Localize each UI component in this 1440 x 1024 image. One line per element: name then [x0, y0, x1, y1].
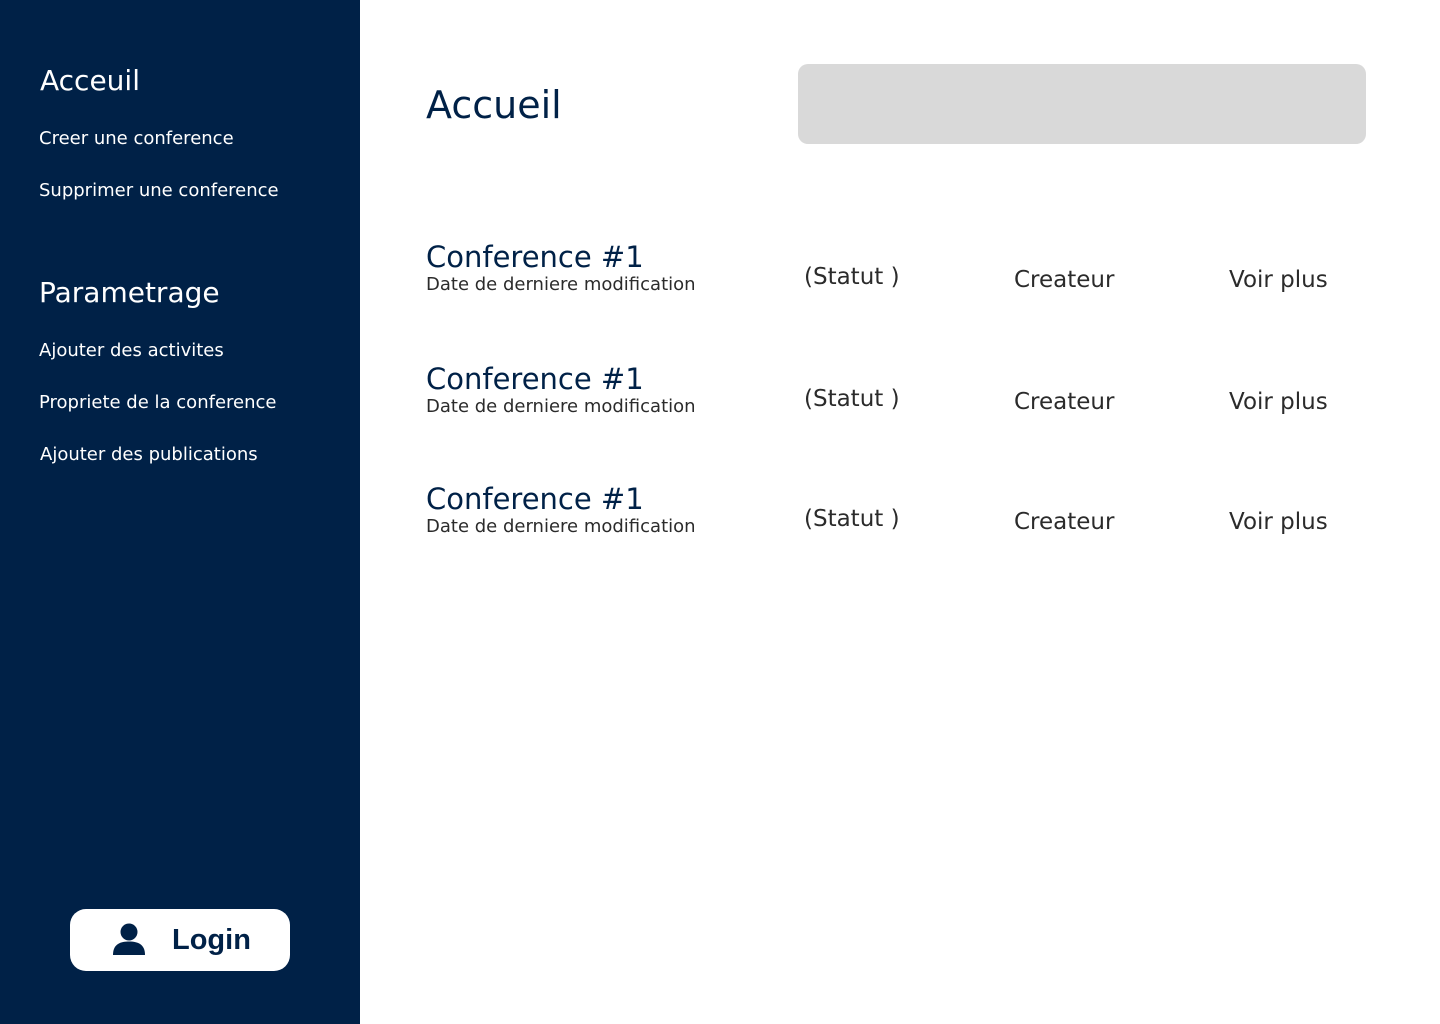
voir-plus-link[interactable]: Voir plus: [1229, 265, 1328, 295]
conference-date-label: Date de derniere modification: [426, 274, 696, 295]
sidebar-item-creer-conference[interactable]: Creer une conference: [39, 127, 234, 151]
conference-date-label: Date de derniere modification: [426, 516, 696, 537]
conference-row: Conference #1 Date de derniere modificat…: [426, 482, 1366, 552]
voir-plus-link[interactable]: Voir plus: [1229, 507, 1328, 537]
login-button[interactable]: Login: [70, 909, 290, 971]
conference-title[interactable]: Conference #1: [426, 482, 644, 516]
search-input[interactable]: [798, 64, 1366, 144]
conference-status: (Statut ): [804, 506, 900, 532]
sidebar-heading-acceuil[interactable]: Acceuil: [40, 64, 140, 98]
login-label: Login: [172, 924, 251, 956]
conference-row: Conference #1 Date de derniere modificat…: [426, 240, 1366, 310]
voir-plus-link[interactable]: Voir plus: [1229, 387, 1328, 417]
conference-status: (Statut ): [804, 386, 900, 412]
conference-title[interactable]: Conference #1: [426, 240, 644, 274]
sidebar-item-ajouter-publications[interactable]: Ajouter des publications: [40, 443, 258, 467]
user-icon: [112, 923, 146, 955]
main-content: Accueil Conference #1 Date de derniere m…: [360, 0, 1440, 1024]
app-window: Acceuil Creer une conference Supprimer u…: [0, 0, 1440, 1024]
sidebar-item-propriete-conference[interactable]: Propriete de la conference: [39, 391, 276, 415]
conference-creator: Createur: [1014, 389, 1115, 415]
sidebar-heading-parametrage[interactable]: Parametrage: [39, 276, 220, 310]
sidebar-item-ajouter-activites[interactable]: Ajouter des activites: [39, 339, 224, 363]
conference-title[interactable]: Conference #1: [426, 362, 644, 396]
page-title: Accueil: [426, 83, 562, 127]
conference-creator: Createur: [1014, 509, 1115, 535]
sidebar: Acceuil Creer une conference Supprimer u…: [0, 0, 360, 1024]
conference-creator: Createur: [1014, 267, 1115, 293]
conference-date-label: Date de derniere modification: [426, 396, 696, 417]
conference-status: (Statut ): [804, 264, 900, 290]
sidebar-item-supprimer-conference[interactable]: Supprimer une conference: [39, 179, 279, 203]
conference-row: Conference #1 Date de derniere modificat…: [426, 362, 1366, 432]
